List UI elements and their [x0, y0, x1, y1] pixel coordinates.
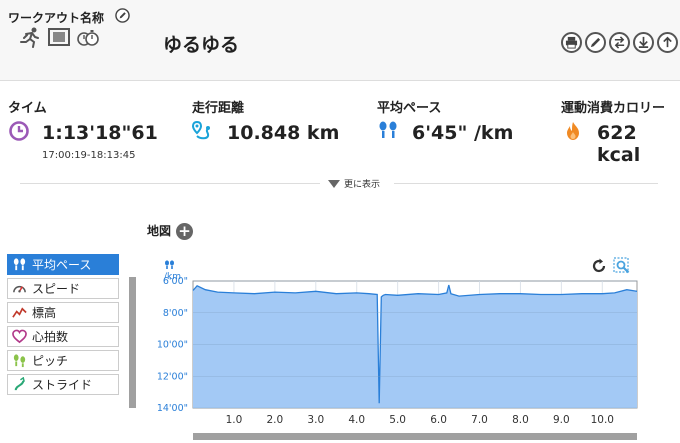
x-tick-label: 3.0	[307, 414, 324, 426]
x-tick-label: 7.0	[471, 414, 488, 426]
heart-icon	[12, 329, 27, 344]
print-button[interactable]	[561, 32, 582, 53]
flame-icon	[567, 122, 579, 140]
y-tick-label: 6'00"	[163, 276, 188, 287]
divider-right	[394, 183, 658, 184]
plus-icon: +	[178, 222, 191, 240]
metric-item-heart-rate[interactable]: 心拍数	[7, 326, 119, 347]
edit-button[interactable]	[585, 32, 606, 53]
route-icon	[191, 120, 210, 140]
stride-icon	[14, 377, 25, 391]
footprints-icon	[13, 258, 26, 271]
x-tick-label: 6.0	[430, 414, 447, 426]
triangle-down-icon	[328, 179, 340, 188]
divider-left	[20, 183, 320, 184]
footprints-green-icon	[13, 354, 26, 368]
runner-icon	[20, 27, 39, 48]
map-label: 地図	[147, 224, 172, 238]
metric-selector: 平均ペース スピード 標高 心拍数 ピッチ ストライド	[7, 254, 119, 398]
metric-item-stride[interactable]: ストライド	[7, 374, 119, 395]
avg-pace-label: 平均ペース	[377, 101, 442, 116]
download-button[interactable]	[633, 32, 654, 53]
calories-label: 運動消費カロリー	[561, 101, 666, 116]
metric-label: ストライド	[32, 378, 93, 392]
metric-label: ピッチ	[32, 354, 69, 368]
elevation-icon	[12, 307, 27, 318]
footprints-icon	[379, 121, 397, 138]
metric-label: 標高	[32, 306, 57, 320]
distance-value: 10.848 km	[227, 122, 340, 144]
avg-pace-value: 6'45" /km	[412, 122, 514, 144]
time-label: タイム	[8, 101, 47, 116]
metric-item-speed[interactable]: スピード	[7, 278, 119, 299]
pace-chart[interactable]: /km 6'00"8'00"10'00"12'00"14'00"1.0 2.0 3.…	[150, 255, 645, 435]
x-tick-label: 5.0	[389, 414, 406, 426]
y-tick-label: 8'00"	[163, 308, 188, 319]
metric-label: 心拍数	[32, 330, 69, 344]
stopwatch-icon	[77, 30, 99, 46]
calories-value: 622 kcal	[597, 122, 641, 166]
export-button[interactable]	[657, 32, 678, 53]
show-more-toggle[interactable]: 更に表示	[328, 177, 380, 190]
pace-area	[193, 285, 637, 408]
footprints-icon	[165, 260, 174, 269]
x-tick-label: 1.0	[226, 414, 243, 426]
y-tick-label: 10'00"	[157, 340, 188, 351]
edit-icon	[590, 37, 601, 48]
swap-icon	[614, 36, 625, 49]
film-icon	[48, 28, 70, 46]
time-value: 1:13'18"61	[42, 122, 158, 144]
print-icon	[565, 36, 578, 49]
clock-icon	[9, 121, 29, 141]
chart-horizontal-scrollbar[interactable]	[193, 433, 637, 440]
map-expand-button[interactable]: +	[176, 223, 193, 240]
y-tick-label: 14'00"	[157, 403, 188, 414]
y-tick-label: 12'00"	[157, 371, 188, 382]
download-icon	[638, 36, 649, 48]
x-tick-label: 10.0	[591, 414, 614, 426]
x-tick-label: 2.0	[267, 414, 284, 426]
edit-name-icon[interactable]	[115, 8, 130, 23]
x-tick-label: 4.0	[348, 414, 365, 426]
workout-name: ゆるゆる	[163, 34, 240, 56]
time-range: 17:00:19-18:13:45	[42, 150, 136, 161]
export-icon	[663, 36, 672, 48]
workout-toolbar	[561, 32, 678, 53]
distance-label: 走行距離	[192, 101, 245, 116]
gauge-icon	[13, 285, 26, 293]
metric-item-elevation[interactable]: 標高	[7, 302, 119, 323]
swap-button[interactable]	[609, 32, 630, 53]
workout-name-label: ワークアウト名称	[8, 11, 105, 25]
workout-type-icons	[18, 26, 100, 48]
x-tick-label: 8.0	[512, 414, 529, 426]
metric-item-pace[interactable]: 平均ペース	[7, 254, 119, 275]
x-tick-label: 9.0	[553, 414, 570, 426]
metric-label: 平均ペース	[32, 258, 92, 272]
metric-list-scrollbar[interactable]	[129, 277, 136, 408]
metric-label: スピード	[32, 282, 81, 296]
metric-item-cadence[interactable]: ピッチ	[7, 350, 119, 371]
show-more-label: 更に表示	[344, 180, 381, 190]
